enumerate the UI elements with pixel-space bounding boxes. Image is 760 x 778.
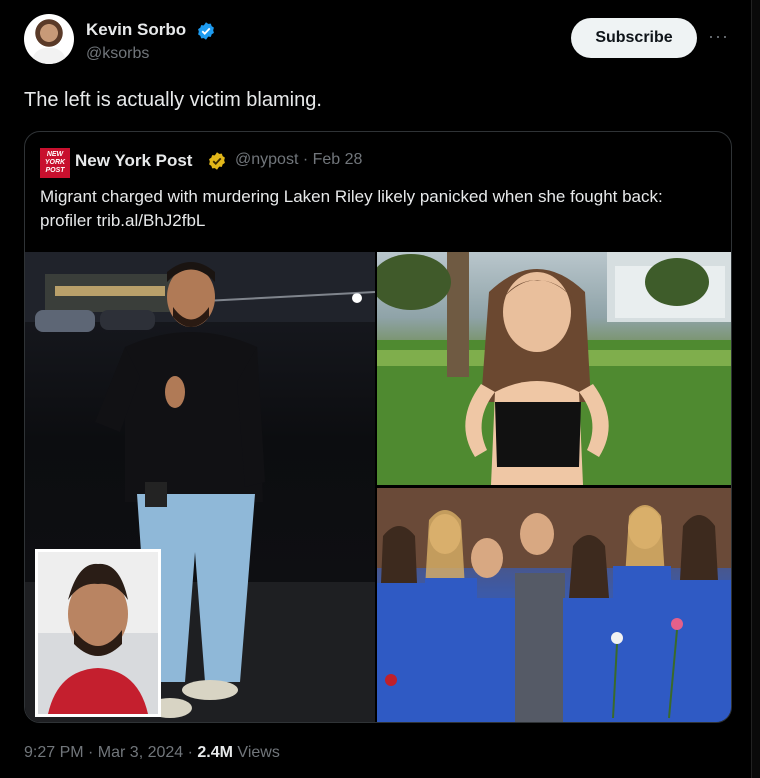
quoted-author-name[interactable]: New York Post bbox=[75, 151, 192, 171]
quoted-text: Migrant charged with murdering Laken Ril… bbox=[40, 187, 663, 230]
more-options-icon[interactable]: ··· bbox=[708, 26, 729, 47]
photo-vigil-illustration bbox=[377, 488, 731, 722]
quoted-meta[interactable]: @nypost · Feb 28 bbox=[235, 151, 362, 169]
photo-man-night[interactable] bbox=[25, 252, 375, 722]
nypost-logo: NEW YORK POST bbox=[40, 148, 70, 178]
subscribe-button[interactable]: Subscribe bbox=[571, 18, 697, 58]
verified-badge-icon bbox=[198, 22, 214, 40]
photo-woman-lawn[interactable] bbox=[377, 252, 731, 485]
mugshot-photo bbox=[35, 549, 161, 717]
photo-woman-illustration bbox=[377, 252, 731, 485]
media-grid bbox=[25, 252, 731, 722]
mugshot-illustration bbox=[48, 563, 148, 714]
post-timestamp[interactable]: 9:27 PM · Mar 3, 2024 · bbox=[24, 744, 197, 761]
photo-vigil-group[interactable] bbox=[377, 488, 731, 722]
quoted-post[interactable]: NEW YORK POST New York Post @nypost · Fe… bbox=[24, 131, 732, 723]
post-container: Kevin Sorbo @ksorbs Subscribe ··· The le… bbox=[0, 0, 752, 778]
author-name[interactable]: Kevin Sorbo bbox=[86, 20, 186, 40]
views-label: Views bbox=[232, 744, 280, 761]
views-count: 2.4M bbox=[197, 744, 233, 761]
post-text: The left is actually victim blaming. bbox=[24, 89, 322, 111]
post-footer: 9:27 PM · Mar 3, 2024 · 2.4M Views bbox=[24, 744, 280, 762]
gold-verified-badge-icon bbox=[209, 152, 225, 170]
author-avatar[interactable] bbox=[24, 14, 74, 64]
scrollbar[interactable] bbox=[751, 0, 760, 778]
author-handle[interactable]: @ksorbs bbox=[86, 45, 149, 63]
